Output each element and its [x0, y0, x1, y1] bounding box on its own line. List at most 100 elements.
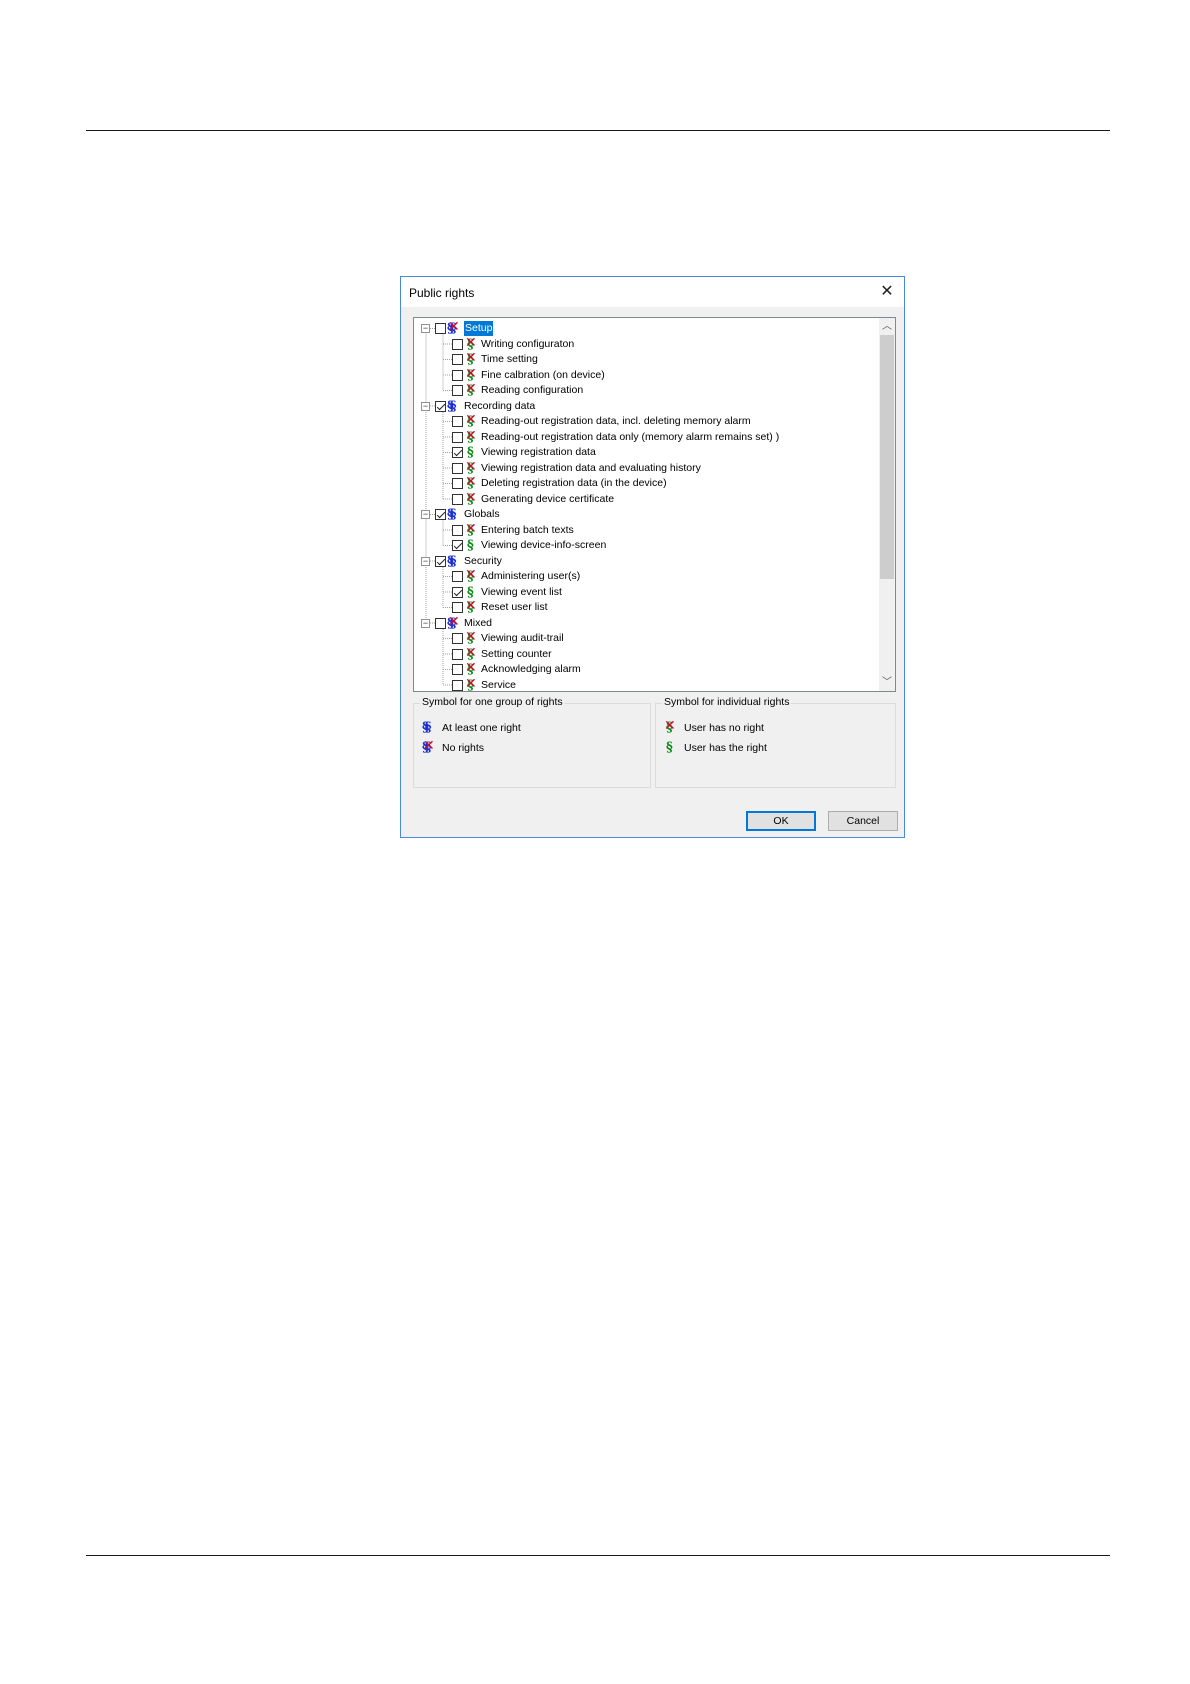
item-checkbox[interactable]: [452, 354, 463, 365]
tree-item[interactable]: § ✕ Setting counter: [414, 645, 874, 662]
legend-no-rights-label: No rights: [442, 742, 485, 754]
cross-mark: ✕: [465, 629, 477, 645]
item-checkbox[interactable]: [452, 586, 463, 598]
cross-mark: ✕: [465, 660, 477, 676]
group-checkbox[interactable]: [435, 617, 446, 629]
tree-item-label: Viewing audit-trail: [481, 632, 564, 644]
tree-item-label: Viewing registration data and evaluating…: [481, 461, 701, 474]
tree-item[interactable]: § ✕ Entering batch texts: [414, 520, 874, 538]
tree-item[interactable]: § ✕ Writing configuraton: [414, 335, 874, 352]
collapse-minus-icon[interactable]: −: [421, 618, 430, 628]
section-green-icon: §: [467, 538, 474, 553]
collapse-minus-icon[interactable]: −: [421, 324, 430, 333]
tree-group-recording-data[interactable]: − §§ Recording data: [414, 399, 874, 414]
item-checkbox[interactable]: [452, 385, 463, 396]
item-checkbox[interactable]: [452, 679, 463, 691]
cross-mark: ✕: [465, 412, 477, 428]
tree-item[interactable]: § ✕ Viewing registration data and evaluati…: [414, 458, 874, 476]
collapse-minus-icon[interactable]: −: [421, 556, 430, 566]
collapse-minus-icon[interactable]: −: [421, 401, 430, 411]
group-checkbox[interactable]: [435, 323, 446, 334]
vertical-scrollbar[interactable]: ︿ ﹀: [879, 318, 895, 691]
tree-item-label: Acknowledging alarm: [481, 663, 581, 675]
section-crossed-icon: § ✕: [465, 598, 477, 616]
section-crossed-icon: § ✕: [664, 718, 676, 736]
tree-item-label: Writing configuraton: [481, 337, 575, 350]
section-crossed-icon: § ✕: [465, 520, 477, 538]
item-checkbox[interactable]: [452, 664, 463, 675]
item-checkbox[interactable]: [452, 338, 463, 350]
tree-item[interactable]: § Viewing device-info-screen: [414, 538, 874, 553]
scroll-down-arrow-icon[interactable]: ﹀: [879, 674, 895, 691]
tree-item[interactable]: § ✕ Reading-out registration data, incl. d…: [414, 412, 874, 429]
item-checkbox[interactable]: [452, 571, 463, 582]
tree-group-mixed[interactable]: − §§ ✕ Mixed: [414, 614, 874, 631]
tree-item-label: Reading configuration: [481, 384, 584, 396]
tree-group-globals[interactable]: − §§ Globals: [414, 507, 874, 522]
section-green-icon: §: [666, 740, 673, 755]
tree-item-label: Reading-out registration data only (memo…: [481, 430, 780, 443]
close-icon[interactable]: ✕: [870, 277, 904, 307]
section-green-icon: §: [467, 445, 474, 460]
item-checkbox[interactable]: [452, 447, 463, 458]
section-crossed-icon: § ✕: [465, 675, 477, 692]
tree-item[interactable]: § ✕ Reading-out registration data only (me…: [414, 427, 874, 445]
tree-item-label: Time setting: [481, 353, 538, 365]
scroll-thumb[interactable]: [880, 335, 894, 579]
item-checkbox[interactable]: [452, 648, 463, 660]
tree-item[interactable]: § Viewing registration data: [414, 445, 874, 460]
tree-item[interactable]: § ✕ Fine calbration (on device): [414, 365, 874, 383]
item-checkbox[interactable]: [452, 540, 463, 551]
item-checkbox[interactable]: [452, 524, 463, 536]
cross-mark: ✕: [465, 350, 477, 366]
item-checkbox[interactable]: [452, 478, 463, 489]
tree-group-label: Globals: [464, 508, 500, 520]
cross-mark: ✕: [465, 458, 477, 475]
item-checkbox[interactable]: [452, 369, 463, 381]
header-rule: [86, 130, 1110, 131]
tree-item[interactable]: § ✕ Generating device certificate: [414, 490, 874, 507]
tree-item[interactable]: § Viewing event list: [414, 585, 874, 600]
group-checkbox[interactable]: [435, 555, 446, 567]
group-checkbox[interactable]: [435, 400, 446, 412]
scroll-up-arrow-icon[interactable]: ︿: [879, 318, 895, 335]
item-checkbox[interactable]: [452, 416, 463, 427]
footer-rule: [86, 1555, 1110, 1556]
tree-item[interactable]: § ✕ Deleting registration data (in the dev…: [414, 475, 874, 491]
dialog-title: Public rights: [409, 286, 475, 300]
tree-item[interactable]: § ✕ Viewing audit-trail: [414, 629, 874, 646]
tree-item[interactable]: § ✕ Administering user(s): [414, 567, 874, 585]
section-crossed-icon: § ✕: [465, 427, 477, 445]
group-checkbox[interactable]: [435, 509, 446, 520]
ok-button[interactable]: OK: [746, 811, 816, 831]
individual-symbols-title: Symbol for individual rights: [662, 696, 792, 708]
section-crossed-icon: § ✕: [465, 381, 477, 399]
item-checkbox[interactable]: [452, 633, 463, 644]
cancel-button[interactable]: Cancel: [828, 811, 898, 831]
cross-mark: ✕: [465, 520, 477, 537]
group-symbols-box: Symbol for one group of rights §§ At lea…: [413, 696, 651, 788]
item-checkbox[interactable]: [452, 602, 463, 613]
legend-has-right-label: User has the right: [684, 742, 767, 754]
tree-group-setup[interactable]: − §§ ✕ Setup: [414, 319, 874, 337]
tree-item[interactable]: § ✕ Reading configuration: [414, 381, 874, 399]
item-checkbox[interactable]: [452, 462, 463, 474]
tree-item[interactable]: § ✕ Service: [414, 675, 874, 692]
double-section-blue-icon: §§: [447, 553, 456, 569]
tree-item[interactable]: § ✕ Reset user list: [414, 598, 874, 616]
tree-item[interactable]: § ✕ Acknowledging alarm: [414, 660, 874, 678]
section-crossed-icon: § ✕: [465, 567, 477, 585]
double-section-blue-icon: §§: [447, 398, 456, 414]
tree-item[interactable]: § ✕ Time setting: [414, 350, 874, 367]
tree-group-security[interactable]: − §§ Security: [414, 554, 874, 569]
rights-tree-view[interactable]: − §§ ✕ Setup § ✕ Writing configuraton § ✕ Time se…: [413, 317, 896, 692]
double-section-crossed-icon: §§ ✕: [447, 319, 460, 337]
tree-item-label: Service: [481, 678, 517, 691]
legend-no-right-label: User has no right: [684, 722, 764, 734]
item-checkbox[interactable]: [452, 431, 463, 443]
cross-mark: ✕: [465, 365, 477, 382]
collapse-minus-icon[interactable]: −: [421, 510, 430, 519]
item-checkbox[interactable]: [452, 493, 463, 505]
tree-item-label: Entering batch texts: [481, 523, 574, 536]
section-crossed-icon: § ✕: [465, 660, 477, 678]
